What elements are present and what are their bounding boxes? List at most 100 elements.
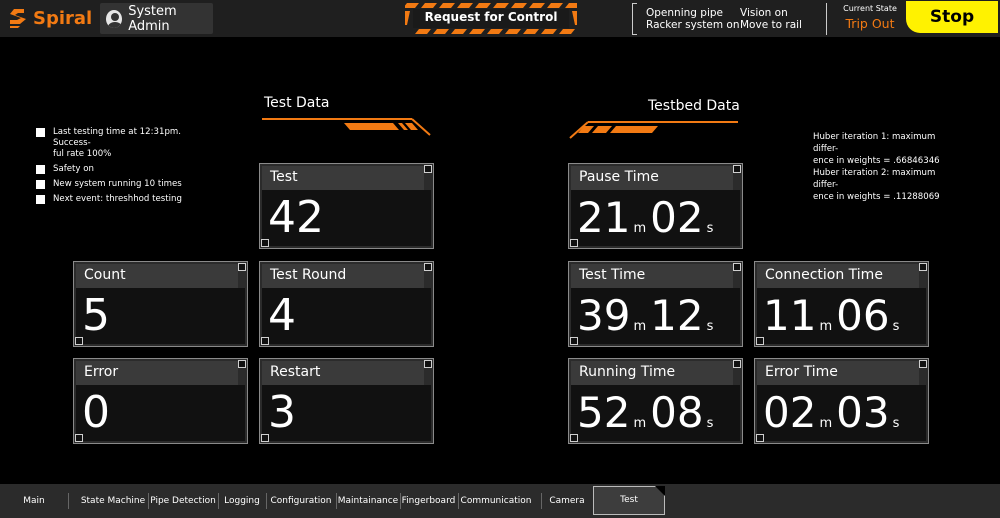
corner-marker-icon — [919, 263, 927, 271]
checklist-text: New system running 10 times — [53, 179, 182, 189]
tab-test-label: Test — [620, 495, 638, 505]
test-label: Test — [270, 169, 298, 185]
tab-pipe-detection[interactable]: Pipe Detection — [150, 484, 216, 518]
checklist-line: ful rate 100% — [53, 149, 112, 159]
minutes-unit: m — [633, 221, 647, 236]
tab-maintainance[interactable]: Maintainance — [337, 484, 399, 518]
current-state: Current State Trip Out — [840, 4, 900, 31]
user-menu[interactable]: System Admin — [100, 3, 213, 34]
checklist-text: Safety on — [53, 164, 94, 174]
count-value: 5 — [82, 290, 110, 341]
tab-configuration[interactable]: Configuration — [268, 484, 334, 518]
request-control-button[interactable]: Request for Control — [405, 3, 577, 34]
test-data-title: Test Data — [264, 95, 330, 111]
huber-log: Huber iteration 1: maximum differ- ence … — [813, 131, 963, 203]
nav-divider — [458, 493, 459, 509]
restart-label: Restart — [270, 364, 321, 380]
nav-divider — [68, 493, 69, 509]
status-left-line2: Racker system on — [646, 19, 740, 31]
tab-main[interactable]: Main — [10, 484, 58, 518]
checklist-item: Last testing time at 12:31pm. Success- f… — [36, 127, 216, 160]
connection-time-label: Connection Time — [765, 267, 883, 283]
minutes-unit: m — [819, 416, 833, 431]
status-checklist: Last testing time at 12:31pm. Success- f… — [36, 127, 216, 209]
tab-test[interactable]: Test — [593, 486, 665, 515]
checkbox-icon[interactable] — [36, 180, 45, 189]
restart-panel: Restart 3 — [259, 358, 434, 444]
minutes-unit: m — [633, 319, 647, 334]
restart-value: 3 — [268, 387, 296, 438]
error-time-label: Error Time — [765, 364, 838, 380]
checkbox-icon[interactable] — [36, 128, 45, 137]
seconds-unit: s — [706, 221, 714, 236]
huber-line: Huber iteration 1: maximum differ- — [813, 132, 936, 154]
nav-divider — [541, 493, 542, 509]
corner-marker-icon — [238, 263, 246, 271]
checklist-item: Next event: threshhod testing — [36, 194, 216, 205]
pause-time-panel: Pause Time 21 m 02 s — [568, 163, 743, 249]
running-time-value: 52 m 08 s — [577, 389, 717, 437]
seconds-value: 06 — [836, 291, 890, 340]
minutes-value: 39 — [577, 291, 631, 340]
corner-marker-icon — [424, 165, 432, 173]
seconds-unit: s — [706, 319, 714, 334]
corner-marker-icon — [733, 263, 741, 271]
huber-line: ence in weights = .66846346 — [813, 156, 940, 166]
seconds-value: 12 — [650, 291, 704, 340]
checkbox-icon[interactable] — [36, 195, 45, 204]
tab-communication[interactable]: Communication — [460, 484, 532, 518]
system-status-box: Openning pipe Racker system on Vision on… — [632, 3, 827, 35]
error-value: 0 — [82, 387, 110, 438]
error-time-panel: Error Time 02 m 03 s — [754, 358, 929, 444]
count-label: Count — [84, 267, 126, 283]
checklist-text: Next event: threshhod testing — [53, 194, 182, 204]
seconds-value: 02 — [650, 193, 704, 242]
seconds-unit: s — [892, 319, 900, 334]
status-right-line1: Vision on — [740, 7, 788, 19]
stop-button[interactable]: Stop — [906, 1, 998, 33]
connection-time-value: 11 m 06 s — [763, 292, 903, 340]
error-panel: Error 0 — [73, 358, 248, 444]
seconds-value: 03 — [836, 388, 890, 437]
nav-divider — [148, 493, 149, 509]
corner-marker-icon — [733, 165, 741, 173]
seconds-unit: s — [706, 416, 714, 431]
test-round-panel: Test Round 4 — [259, 261, 434, 347]
tab-state-machine[interactable]: State Machine — [80, 484, 146, 518]
status-right: Vision on Move to rail — [740, 7, 802, 31]
huber-line: ence in weights = .11288069 — [813, 192, 940, 202]
status-left-line1: Openning pipe — [646, 7, 723, 19]
minutes-value: 11 — [763, 291, 817, 340]
test-data-header-decoration — [262, 118, 431, 136]
connection-time-panel: Connection Time 11 m 06 s — [754, 261, 929, 347]
error-label: Error — [84, 364, 119, 380]
nav-divider — [218, 493, 219, 509]
app-name: Spiral — [33, 7, 93, 29]
checklist-line: Last testing time at 12:31pm. Success- — [53, 127, 181, 148]
pause-time-value: 21 m 02 s — [577, 194, 717, 242]
test-time-label: Test Time — [579, 267, 646, 283]
tab-fingerboard[interactable]: Fingerboard — [401, 484, 456, 518]
corner-marker-icon — [424, 263, 432, 271]
minutes-unit: m — [819, 319, 833, 334]
tab-camera[interactable]: Camera — [546, 484, 588, 518]
current-state-value: Trip Out — [845, 16, 895, 31]
checklist-item: Safety on — [36, 164, 216, 175]
test-round-value: 4 — [268, 290, 296, 341]
minutes-value: 21 — [577, 193, 631, 242]
count-panel: Count 5 — [73, 261, 248, 347]
minutes-value: 52 — [577, 388, 631, 437]
test-time-value: 39 m 12 s — [577, 292, 717, 340]
running-time-panel: Running Time 52 m 08 s — [568, 358, 743, 444]
bottom-nav: Main State Machine Pipe Detection Loggin… — [0, 484, 1000, 518]
seconds-unit: s — [892, 416, 900, 431]
checklist-text: Last testing time at 12:31pm. Success- f… — [53, 127, 216, 160]
status-right-line2: Move to rail — [740, 19, 802, 31]
error-time-value: 02 m 03 s — [763, 389, 903, 437]
nav-divider — [266, 493, 267, 509]
tab-logging[interactable]: Logging — [220, 484, 264, 518]
minutes-unit: m — [633, 416, 647, 431]
checkbox-icon[interactable] — [36, 165, 45, 174]
corner-marker-icon — [919, 360, 927, 368]
user-name: System Admin — [128, 3, 177, 34]
